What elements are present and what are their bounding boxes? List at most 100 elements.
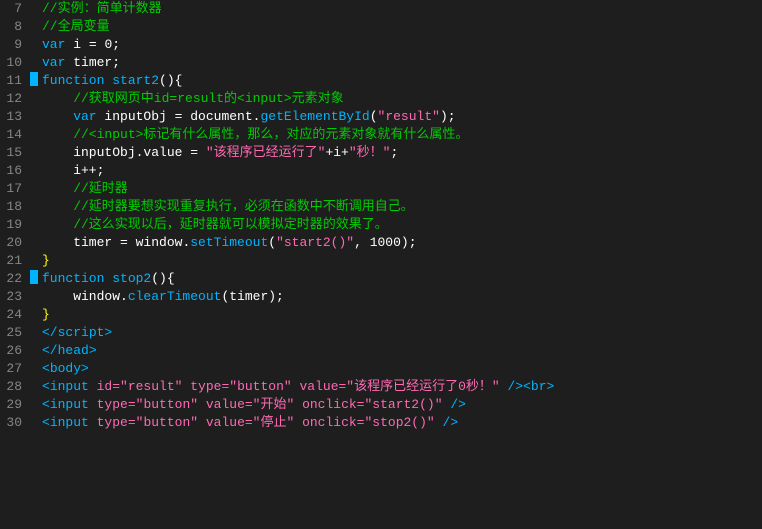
code-token: inputObj <box>104 109 174 124</box>
code-token: < <box>42 379 50 394</box>
line-number: 28 <box>0 378 30 396</box>
code-token: //<input>标记有什么属性，那么，对应的元素对象就有什么属性。 <box>42 127 468 142</box>
code-line: 18 //延时器要想实现重复执行，必须在函数中不断调用自己。 <box>0 198 762 216</box>
code-token: </ <box>42 343 58 358</box>
code-token: "该程序已经运行了0秒！" <box>346 379 507 394</box>
line-content: function start2(){ <box>38 72 762 90</box>
code-token: > <box>81 361 89 376</box>
code-token: id= <box>97 379 120 394</box>
code-line: 14 //<input>标记有什么属性，那么，对应的元素对象就有什么属性。 <box>0 126 762 144</box>
code-line: 21} <box>0 252 762 270</box>
line-content: var i = 0; <box>38 36 762 54</box>
code-token: //延时器要想实现重复执行，必须在函数中不断调用自己。 <box>42 199 414 214</box>
code-token: head <box>58 343 89 358</box>
code-token: i <box>73 37 89 52</box>
line-number: 18 <box>0 198 30 216</box>
code-line: 17 //延时器 <box>0 180 762 198</box>
line-content: var inputObj = document.getElementById("… <box>38 108 762 126</box>
code-token: type= <box>97 415 136 430</box>
code-token: "该程序已经运行了" <box>206 145 326 160</box>
code-token: clearTimeout <box>128 289 222 304</box>
code-line: 9var i = 0; <box>0 36 762 54</box>
code-token: "开始" <box>253 397 302 412</box>
code-token: /> <box>508 379 524 394</box>
code-token: var <box>42 55 73 70</box>
code-line: 22 function stop2(){ <box>0 270 762 288</box>
code-token: "stop2()" <box>365 415 443 430</box>
code-token: //获取网页中id=result的<input>元素对象 <box>42 91 344 106</box>
code-token: = <box>175 109 191 124</box>
code-token: onclick= <box>302 397 364 412</box>
code-token: "button" <box>229 379 299 394</box>
code-token: timer <box>42 235 120 250</box>
code-line: 8//全局变量 <box>0 18 762 36</box>
code-token: start2 <box>112 73 159 88</box>
code-token: value= <box>299 379 346 394</box>
code-token: /> <box>450 397 466 412</box>
code-token: input <box>50 379 97 394</box>
code-line: 16 i++; <box>0 162 762 180</box>
code-token: onclick= <box>302 415 364 430</box>
line-content: //实例：简单计数器 <box>38 0 762 18</box>
code-token: i++; <box>42 163 104 178</box>
code-token: type= <box>97 397 136 412</box>
line-number: 25 <box>0 324 30 342</box>
line-content: function stop2(){ <box>38 270 762 288</box>
code-line: 28<input id="result" type="button" value… <box>0 378 762 396</box>
line-number: 30 <box>0 414 30 432</box>
code-token: "result" <box>378 109 440 124</box>
code-token: window <box>42 289 120 304</box>
code-line: 30 <input type="button" value="停止" onclic… <box>0 414 762 432</box>
code-token: inputObj <box>42 145 136 160</box>
code-token: ; <box>112 37 120 52</box>
code-line: 7 //实例：简单计数器 <box>0 0 762 18</box>
code-token: . <box>120 289 128 304</box>
code-token: ); <box>440 109 456 124</box>
line-content: } <box>38 252 762 270</box>
code-token: (timer); <box>221 289 283 304</box>
code-token: > <box>104 325 112 340</box>
line-content: i++; <box>38 162 762 180</box>
code-token: < <box>42 415 50 430</box>
line-content: </script> <box>38 324 762 342</box>
line-number: 15 <box>0 144 30 162</box>
code-line: 10var timer; <box>0 54 762 72</box>
line-content: //<input>标记有什么属性，那么，对应的元素对象就有什么属性。 <box>38 126 762 144</box>
code-token: getElementById <box>260 109 369 124</box>
code-token: var <box>42 109 104 124</box>
line-number: 12 <box>0 90 30 108</box>
code-token: = <box>190 145 206 160</box>
line-number: 7 <box>0 0 30 18</box>
line-number: 24 <box>0 306 30 324</box>
code-token: document <box>190 109 252 124</box>
line-number: 16 <box>0 162 30 180</box>
line-number: 19 <box>0 216 30 234</box>
code-line: 29<input type="button" value="开始" onclic… <box>0 396 762 414</box>
code-token: "button" <box>136 397 206 412</box>
code-token: > <box>89 343 97 358</box>
line-number: 10 <box>0 54 30 72</box>
code-token: setTimeout <box>190 235 268 250</box>
code-token: ( <box>370 109 378 124</box>
code-token: </ <box>42 325 58 340</box>
code-token: ; <box>390 145 398 160</box>
code-token: = <box>89 37 105 52</box>
code-token: value= <box>206 415 253 430</box>
code-token: stop2 <box>112 271 151 286</box>
code-token: value= <box>206 397 253 412</box>
line-number: 20 <box>0 234 30 252</box>
line-content: inputObj.value = "该程序已经运行了"+i+"秒！"; <box>38 144 762 162</box>
line-content: <input type="button" value="开始" onclick=… <box>38 396 762 414</box>
code-line: 13 var inputObj = document.getElementByI… <box>0 108 762 126</box>
line-content: <input type="button" value="停止" onclick=… <box>38 414 762 432</box>
code-token: window <box>136 235 183 250</box>
code-token: input <box>50 397 97 412</box>
code-token: type= <box>190 379 229 394</box>
line-number: 22 <box>0 270 30 288</box>
code-token: "秒！" <box>349 145 391 160</box>
code-editor: 7 //实例：简单计数器8//全局变量9var i = 0;10 var timer… <box>0 0 762 529</box>
code-token: (){ <box>151 271 174 286</box>
code-token: function <box>42 271 112 286</box>
code-line: 15 inputObj.value = "该程序已经运行了"+i+"秒！"; <box>0 144 762 162</box>
line-content: //延时器 <box>38 180 762 198</box>
